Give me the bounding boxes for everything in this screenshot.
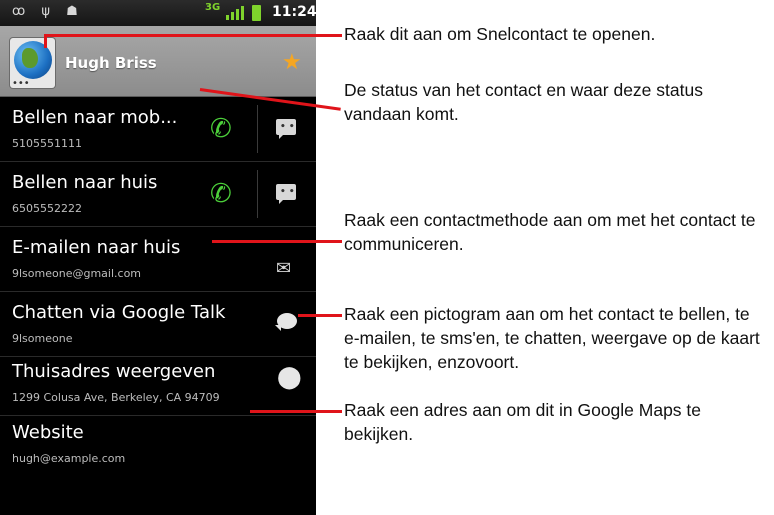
sms-icon[interactable]: • • [276, 119, 296, 139]
network-type-icon: 3G [205, 2, 221, 13]
contact-method-row-website[interactable]: Website hugh@example.com [0, 412, 316, 476]
divider [257, 105, 258, 153]
mail-icon[interactable]: ✉ [276, 260, 291, 278]
map-pin-icon[interactable]: ⬤ [277, 367, 302, 389]
callout-line-method [212, 240, 342, 243]
row-subtitle: 6505552222 [12, 202, 82, 215]
row-subtitle: 5105551111 [12, 137, 82, 150]
sms-icon[interactable]: • • [276, 184, 296, 204]
callout-line-quick-contact-tail [44, 34, 47, 48]
phone-icon[interactable]: ✆ [210, 180, 232, 208]
callout-line-icon [298, 314, 342, 317]
callout-contact-method: Raak een contactmethode aan om met het c… [344, 210, 756, 254]
callout-address: Raak een adres aan om dit in Google Maps… [344, 400, 702, 444]
signal-icon [226, 6, 244, 20]
row-subtitle: 9lsomeone@gmail.com [12, 267, 142, 280]
notification-icons: ꝏ ψ ☗ [12, 4, 84, 19]
contact-photo-quick-contact-badge[interactable]: ••• [10, 38, 55, 88]
row-title: Website [12, 422, 84, 443]
callout-line-quick-contact [46, 34, 342, 37]
row-title: Bellen naar mob... [12, 107, 178, 128]
phone-icon[interactable]: ✆ [210, 115, 232, 143]
row-subtitle: 9lsomeone [12, 332, 73, 345]
phone-screen: ꝏ ψ ☗ 3G 11:24 ••• Hugh Briss ★ Bellen n… [0, 0, 316, 515]
row-subtitle: 1299 Colusa Ave, Berkeley, CA 94709 [12, 391, 220, 404]
row-title: E-mailen naar huis [12, 237, 181, 258]
row-title: Chatten via Google Talk [12, 302, 226, 323]
callout-quick-contact: Raak dit aan om Snelcontact te openen. [344, 24, 656, 44]
contact-method-row-address[interactable]: Thuisadres weergeven 1299 Colusa Ave, Be… [0, 351, 316, 416]
chat-icon[interactable] [275, 313, 297, 331]
contact-method-row-chat[interactable]: Chatten via Google Talk 9lsomeone [0, 292, 316, 357]
callout-icon: Raak een pictogram aan om het contact te… [344, 304, 760, 372]
row-subtitle: hugh@example.com [12, 452, 126, 465]
contact-name: Hugh Briss [65, 54, 157, 72]
divider [257, 170, 258, 218]
row-title: Thuisadres weergeven [12, 361, 216, 382]
contact-method-row-email[interactable]: E-mailen naar huis 9lsomeone@gmail.com ✉ [0, 227, 316, 292]
contact-method-row-mobile[interactable]: Bellen naar mob... 5105551111 ✆ • • [0, 97, 316, 162]
row-title: Bellen naar huis [12, 172, 158, 193]
overflow-dots-icon: ••• [12, 78, 30, 89]
callout-status: De status van het contact en waar deze s… [344, 80, 703, 124]
favorite-star-icon[interactable]: ★ [282, 52, 302, 74]
contact-method-row-home[interactable]: Bellen naar huis 6505552222 ✆ • • [0, 162, 316, 227]
status-bar: ꝏ ψ ☗ 3G 11:24 [0, 0, 316, 26]
globe-land [22, 48, 38, 68]
battery-icon [252, 5, 261, 21]
callout-line-address [250, 410, 342, 413]
status-time: 11:24 [272, 4, 316, 20]
